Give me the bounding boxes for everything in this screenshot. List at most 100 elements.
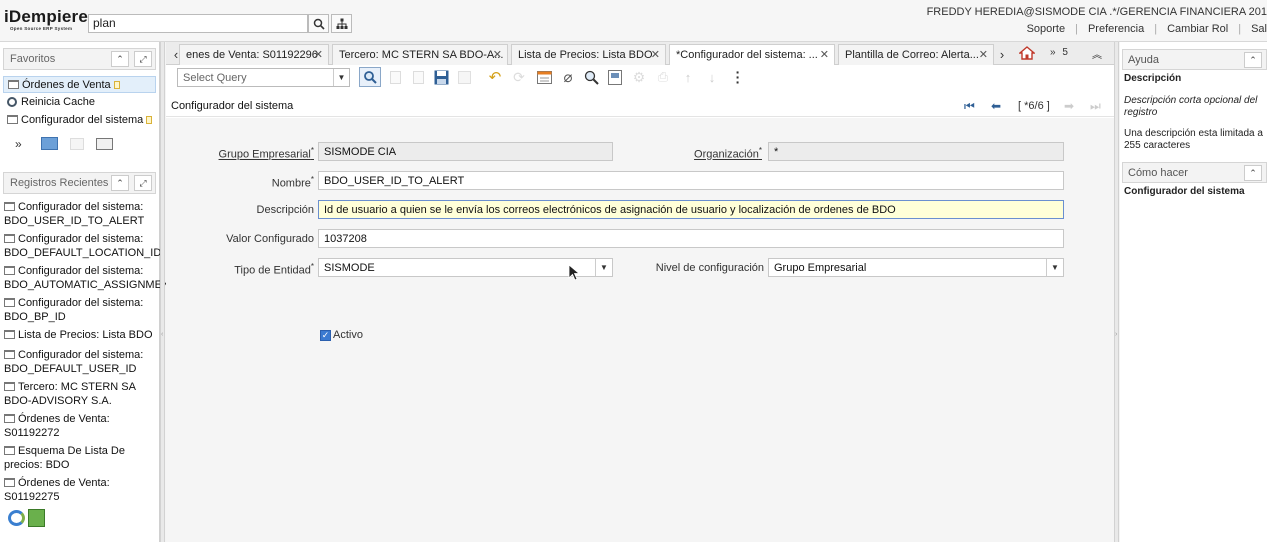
help-panel: Ayuda ⌃ Descripción Descripción corta op…: [1120, 42, 1267, 542]
grupo-empresarial-field[interactable]: SISMODE CIA: [318, 142, 613, 161]
zoom-across-icon[interactable]: [583, 69, 599, 85]
attachment-icon[interactable]: ⌀: [560, 69, 576, 86]
nivel-configuracion-select[interactable]: Grupo Empresarial ▼: [768, 258, 1064, 277]
favorite-item-ordenes-venta[interactable]: Órdenes de Venta: [3, 76, 156, 93]
favorite-item-label: Reinicia Cache: [21, 95, 95, 108]
user-info: FREDDY HEREDIA@SISMODE CIA .*/GERENCIA F…: [926, 6, 1267, 18]
copy-record-icon: [410, 69, 426, 85]
change-role-link[interactable]: Cambiar Rol: [1157, 23, 1238, 35]
close-icon[interactable]: ✕: [493, 48, 502, 61]
tipo-entidad-label: Tipo de Entidad*: [234, 262, 314, 277]
edit-icon: [70, 138, 84, 150]
close-icon[interactable]: ✕: [314, 48, 323, 61]
last-record-icon: ⏭: [1090, 99, 1101, 113]
first-record-icon[interactable]: ⏮: [964, 99, 975, 114]
valor-configurado-field[interactable]: 1037208: [318, 229, 1064, 248]
organizacion-label[interactable]: Organización*: [694, 146, 762, 161]
gear-icon: [7, 96, 17, 107]
print-preview-icon[interactable]: [607, 69, 623, 85]
tab-list-dropdown[interactable]: » 5: [1050, 47, 1068, 58]
chat-icon: ⚙: [632, 68, 646, 85]
recent-item-label: Esquema De Lista De precios: BDO: [4, 445, 125, 471]
logout-link[interactable]: Sal: [1241, 23, 1267, 35]
recent-item-label: Configurador del sistema: BDO_AUTOMATIC_…: [4, 265, 177, 291]
tab-plantilla-correo[interactable]: Plantilla de Correo: Alerta... ✕: [838, 44, 994, 65]
left-splitter[interactable]: ‹: [160, 42, 165, 542]
double-chevron-down-icon[interactable]: »: [15, 137, 22, 151]
expand-favorites-button[interactable]: ⤢: [134, 51, 152, 67]
descripcion-field[interactable]: Id de usuario a quien se le envía los co…: [318, 200, 1064, 219]
search-icon: [364, 71, 377, 84]
undo-icon[interactable]: ↶: [487, 69, 503, 86]
recent-item[interactable]: Configurador del sistema: BDO_BP_ID: [4, 296, 156, 324]
recycle-bin-icon[interactable]: [28, 509, 45, 527]
nombre-field[interactable]: BDO_USER_ID_TO_ALERT: [318, 171, 1064, 190]
find-button[interactable]: [359, 67, 381, 87]
grupo-empresarial-label[interactable]: Grupo Empresarial*: [219, 146, 314, 161]
preference-link[interactable]: Preferencia: [1078, 23, 1154, 35]
global-search-input[interactable]: plan: [88, 14, 308, 33]
favorite-item-reinicia-cache[interactable]: Reinicia Cache: [3, 93, 156, 110]
window-list-icon[interactable]: [96, 138, 113, 150]
main-content: ‹ enes de Venta: S01192296 ✕ Tercero: MC …: [166, 42, 1114, 542]
close-icon[interactable]: ✕: [979, 48, 988, 61]
tab-configurador-sistema[interactable]: *Configurador del sistema: ... ✕: [669, 44, 835, 66]
double-chevron-up-icon[interactable]: ︽: [1092, 46, 1102, 61]
header-links: Soporte | Preferencia | Cambiar Rol | Sal: [1017, 23, 1267, 35]
window-icon: [4, 382, 15, 391]
recent-records-title: Registros Recientes: [10, 177, 109, 189]
save-icon[interactable]: [433, 69, 449, 85]
recent-item[interactable]: Tercero: MC STERN SA BDO-ADVISORY S.A.: [4, 380, 156, 408]
recent-item[interactable]: Órdenes de Venta: S01192275: [4, 476, 156, 504]
chevron-down-icon: ▼: [1046, 259, 1063, 276]
collapse-favorites-button[interactable]: ⌃: [111, 51, 129, 67]
left-panel: Favoritos ⌃ ⤢ Órdenes de Venta Reinicia …: [0, 42, 177, 542]
tab-label: Plantilla de Correo: Alerta...: [845, 49, 979, 61]
more-options-icon[interactable]: · · ·: [730, 65, 746, 89]
app-header: iDempiere Open Source ERP System plan FR…: [0, 0, 1267, 42]
tab-ordenes-venta[interactable]: enes de Venta: S01192296 ✕: [179, 44, 329, 65]
arrow-up-icon: ↑: [684, 69, 692, 85]
tab-tercero[interactable]: Tercero: MC STERN SA BDO-A... ✕: [332, 44, 508, 65]
refresh-icon[interactable]: [8, 510, 25, 526]
recent-item[interactable]: Órdenes de Venta: S01192272: [4, 412, 156, 440]
add-folder-icon[interactable]: [41, 137, 58, 150]
tab-label: Tercero: MC STERN SA BDO-A...: [339, 49, 504, 61]
collapse-howto-button[interactable]: ⌃: [1244, 165, 1262, 181]
select-query-dropdown[interactable]: Select Query ▼: [177, 68, 350, 87]
tab-lista-precios[interactable]: Lista de Precios: Lista BDO ✕: [511, 44, 666, 65]
report-icon[interactable]: [536, 69, 552, 85]
new-record-icon: [146, 115, 153, 124]
collapse-help-button[interactable]: ⌃: [1244, 52, 1262, 68]
record-form: Grupo Empresarial* SISMODE CIA Organizac…: [166, 118, 1114, 542]
idempiere-logo[interactable]: iDempiere Open Source ERP System: [4, 8, 88, 34]
favorite-item-configurador[interactable]: Configurador del sistema: [3, 111, 156, 128]
sitemap-button[interactable]: [331, 14, 352, 33]
support-link[interactable]: Soporte: [1017, 23, 1076, 35]
previous-record-icon[interactable]: ⬅: [991, 99, 1001, 113]
tab-count: 5: [1062, 47, 1068, 58]
recent-item[interactable]: Configurador del sistema: BDO_AUTOMATIC_…: [4, 264, 177, 292]
right-splitter[interactable]: ›: [1114, 42, 1119, 542]
expand-recent-button[interactable]: ⤢: [134, 175, 152, 191]
organizacion-field[interactable]: *: [768, 142, 1064, 161]
window-title-bar: Configurador del sistema ⏮ ⬅ [ *6/6 ] ➡ …: [166, 92, 1114, 117]
activo-checkbox[interactable]: ✓: [320, 330, 331, 341]
recent-item-label: Órdenes de Venta: S01192275: [4, 477, 110, 503]
tab-scroll-right-icon[interactable]: ›: [995, 44, 1009, 64]
recent-item[interactable]: Configurador del sistema: BDO_DEFAULT_LO…: [4, 232, 161, 260]
window-icon: [4, 266, 15, 275]
recent-item[interactable]: Configurador del sistema: BDO_USER_ID_TO…: [4, 200, 156, 228]
recent-item[interactable]: Esquema De Lista De precios: BDO: [4, 444, 156, 472]
valor-configurado-label: Valor Configurado: [226, 233, 314, 245]
collapse-recent-button[interactable]: ⌃: [111, 175, 129, 191]
search-button[interactable]: [308, 14, 329, 33]
refresh-icon: ⟳: [513, 68, 525, 85]
home-icon[interactable]: [1018, 46, 1036, 60]
close-icon[interactable]: ✕: [820, 48, 829, 61]
recent-item[interactable]: Lista de Precios: Lista BDO: [4, 328, 156, 342]
sitemap-icon: [336, 18, 347, 29]
recent-item[interactable]: Configurador del sistema: BDO_DEFAULT_US…: [4, 348, 156, 376]
close-icon[interactable]: ✕: [651, 48, 660, 61]
nivel-configuracion-label: Nivel de configuración: [655, 262, 764, 274]
